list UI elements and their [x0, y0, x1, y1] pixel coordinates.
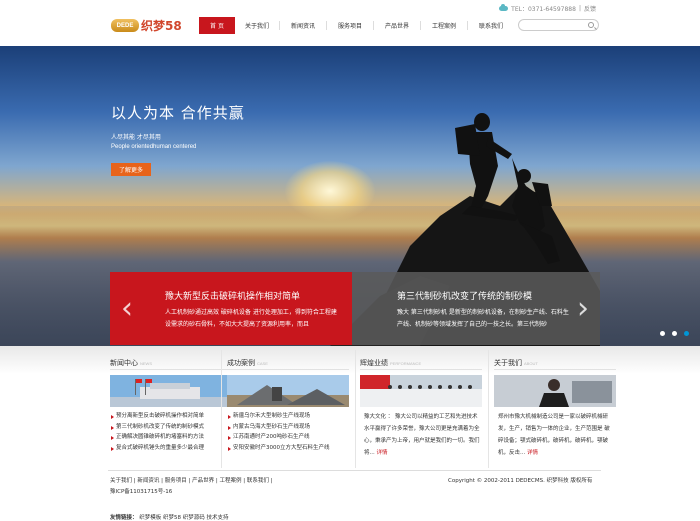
footer-link-about[interactable]: 关于我们	[110, 478, 132, 484]
slider-dot[interactable]	[672, 331, 677, 336]
friend-link[interactable]: 技术支持	[207, 515, 229, 521]
slider-dot[interactable]	[660, 331, 665, 336]
slide-card-2[interactable]: 第三代制砂机改变了传统的制砂模 豫大 第三代制砂机 是新型的制砂机设备，在制砂生…	[352, 272, 600, 345]
friend-link[interactable]: 织梦58	[163, 515, 181, 521]
search-icon[interactable]	[588, 22, 594, 28]
top-contact-bar: TEL：0371-64597888 | 反馈	[499, 4, 596, 13]
learn-more-button[interactable]: 了解更多	[111, 163, 151, 176]
details-link[interactable]: 详情	[377, 450, 388, 456]
logo-mark: DEDE	[111, 19, 139, 32]
main-nav: 首 页 关于我们 新闻资讯 服务项目 产品世界 工程案例 联系我们	[199, 17, 514, 34]
footer-divider	[108, 470, 601, 471]
list-item[interactable]: 第三代制砂机改变了传统的制砂模式	[110, 422, 232, 433]
cases-list: 新疆乌尔禾大型制砂生产线现场 内蒙古乌海大型砂石生产线现场 江苏南通时产200吨…	[227, 411, 349, 453]
slide-card-title: 豫大新型反击破碎机操作相对简单	[165, 292, 301, 302]
page: { "topbar": {"phone": "TEL：0371-64597888…	[0, 0, 700, 521]
news-image[interactable]	[110, 375, 232, 407]
details-link[interactable]: 详情	[527, 450, 538, 456]
list-item[interactable]: 江苏南通时产200吨砂石生产线	[227, 432, 349, 443]
list-item[interactable]: 复合式破碎机锤头的重量多少最合理	[110, 443, 232, 454]
list-item[interactable]: 内蒙古乌海大型砂石生产线现场	[227, 422, 349, 433]
culture-text: 豫大文化 ： 豫大公司以精益的工艺和先进技术水平赢得了许多荣誉，豫大公司更是充满…	[364, 414, 480, 456]
slide-card-desc: 豫大 第三代制砂机 是新型的制砂机设备，在制砂生产线、石料生产线、机制砂等领域发…	[397, 309, 569, 328]
icp-number[interactable]: 豫ICP备11031715号-16	[110, 487, 172, 495]
nav-services[interactable]: 服务项目	[327, 17, 373, 34]
column-divider	[221, 350, 222, 468]
separator: |	[578, 5, 581, 12]
friend-links: 友情链接： 织梦模板 织梦58 织梦源码 技术支持	[110, 513, 229, 521]
nav-about[interactable]: 关于我们	[235, 17, 279, 34]
column-title: 新闻中心 NEWS	[110, 358, 232, 370]
friend-link[interactable]: 织梦模板	[139, 515, 161, 521]
about-text: 郑州市豫大机械制造公司是一家以破碎机械研发，生产，销售为一体的企业，生产范围是 …	[498, 414, 610, 456]
hero-subtitle-en: People orientedhuman centered	[111, 144, 197, 150]
column-title: 辉煌业绩 PERFORMANCE	[360, 358, 482, 370]
footer-link-news[interactable]: 新闻资讯	[137, 478, 159, 484]
list-item[interactable]: 预分离新型反击破碎机操作相对简单	[110, 411, 232, 422]
list-item[interactable]: 正确解决圆锥破碎机的堵塞料的方法	[110, 432, 232, 443]
slide-card-1[interactable]: ‹ 豫大新型反击破碎机操作相对简单 人工机制砂通过高效 破碎机设备 进行处理加工…	[110, 272, 352, 345]
slider-dot-active[interactable]	[684, 331, 689, 336]
slide-card-desc: 人工机制砂通过高效 破碎机设备 进行处理加工，得到符合工程建设需求的砂石骨料，不…	[165, 309, 337, 328]
hero-banner: 以人为本 合作共赢 人尽其能 才尽其用 People orientedhuman…	[0, 46, 700, 346]
column-title: 成功案例 CASE	[227, 358, 349, 370]
column-divider	[488, 350, 489, 468]
team-photo[interactable]	[360, 375, 482, 407]
nav-home[interactable]: 首 页	[199, 17, 235, 34]
footer-link-services[interactable]: 服务项目	[165, 478, 187, 484]
nav-products[interactable]: 产品世界	[374, 17, 420, 34]
about-photo[interactable]	[494, 375, 616, 407]
slide-card-title: 第三代制砂机改变了传统的制砂模	[397, 292, 533, 302]
cases-image[interactable]	[227, 375, 349, 407]
hero-subtitle-cn: 人尽其能 才尽其用	[111, 134, 161, 141]
search-input[interactable]	[524, 21, 588, 30]
prev-arrow-icon[interactable]: ‹	[114, 272, 140, 345]
nav-news[interactable]: 新闻资讯	[280, 17, 326, 34]
copyright: Copyright © 2002-2011 DEDECMS. 织梦科技 版权所有	[448, 478, 593, 484]
nav-contact[interactable]: 联系我们	[468, 17, 514, 34]
hero-title: 以人为本 合作共赢	[111, 104, 245, 122]
footer-link-cases[interactable]: 工程案例	[220, 478, 242, 484]
nav-cases[interactable]: 工程案例	[421, 17, 467, 34]
phone-number: TEL：0371-64597888	[511, 6, 576, 13]
column-title: 关于我们 ABOUT	[494, 358, 616, 370]
footer-links: 关于我们 | 新闻资讯 | 服务项目 | 产品世界 | 工程案例 | 联系我们 …	[110, 478, 273, 484]
column-divider	[355, 350, 356, 468]
slider-dots	[660, 331, 689, 336]
next-arrow-icon[interactable]: ›	[570, 272, 596, 345]
feedback-link[interactable]: 反馈	[584, 4, 596, 13]
search-box	[518, 19, 599, 31]
cloud-icon	[499, 4, 509, 11]
list-item[interactable]: 安阳安徽时产3000立方大型石料生产线	[227, 443, 349, 454]
friend-link[interactable]: 织梦源码	[183, 515, 205, 521]
footer-link-contact[interactable]: 联系我们	[247, 478, 269, 484]
news-list: 预分离新型反击破碎机操作相对简单 第三代制砂机改变了传统的制砂模式 正确解决圆锥…	[110, 411, 232, 453]
footer-link-products[interactable]: 产品世界	[192, 478, 214, 484]
friend-links-label: 友情链接：	[110, 515, 138, 521]
list-item[interactable]: 新疆乌尔禾大型制砂生产线现场	[227, 411, 349, 422]
site-logo[interactable]: DEDE 织梦58	[111, 17, 182, 34]
logo-name: 织梦58	[141, 19, 182, 33]
